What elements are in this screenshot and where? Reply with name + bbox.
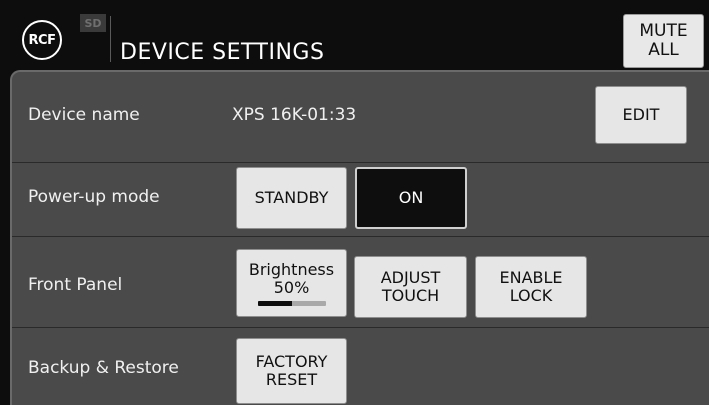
header-bar: RCF SD DEVICE SETTINGS MUTE ALL	[0, 0, 709, 70]
row-power-up-mode: Power-up mode STANDBY ON	[12, 163, 709, 237]
enable-lock-line-2: LOCK	[509, 286, 553, 305]
mute-all-button[interactable]: MUTE ALL	[623, 14, 704, 68]
brightness-bar-fill	[257, 300, 292, 306]
brightness-bar	[257, 300, 326, 306]
power-up-mode-label: Power-up mode	[28, 187, 160, 207]
brightness-value: 50%	[273, 277, 310, 297]
mute-all-line-2: ALL	[648, 40, 679, 60]
factory-reset-line-1: FACTORY	[255, 352, 328, 371]
brightness-label: Brightness	[248, 259, 335, 279]
header-divider	[110, 16, 111, 62]
settings-panel: Device name XPS 16K-01:33 EDIT Power-up …	[10, 70, 709, 405]
edit-button-label: EDIT	[622, 105, 660, 124]
sd-tag: SD	[80, 14, 106, 32]
page-title: DEVICE SETTINGS	[120, 40, 325, 65]
adjust-touch-line-1: ADJUST	[380, 268, 441, 287]
factory-reset-line-2: RESET	[265, 370, 318, 389]
standby-button[interactable]: STANDBY	[236, 167, 347, 229]
adjust-touch-button[interactable]: ADJUST TOUCH	[354, 256, 467, 318]
device-name-value: XPS 16K-01:33	[232, 105, 357, 125]
row-device-name: Device name XPS 16K-01:33 EDIT	[12, 72, 709, 163]
enable-lock-line-1: ENABLE	[499, 268, 563, 287]
brightness-button[interactable]: Brightness 50%	[236, 249, 347, 317]
row-backup-restore: Backup & Restore FACTORY RESET	[12, 328, 709, 405]
enable-lock-button[interactable]: ENABLE LOCK	[475, 256, 587, 318]
on-button-label: ON	[398, 188, 424, 207]
mute-all-line-1: MUTE	[639, 21, 688, 41]
on-button[interactable]: ON	[355, 167, 467, 229]
rcf-logo: RCF	[22, 20, 62, 60]
edit-button[interactable]: EDIT	[595, 86, 687, 144]
row-front-panel: Front Panel Brightness 50% ADJUST TOUCH …	[12, 237, 709, 328]
standby-button-label: STANDBY	[254, 188, 329, 207]
factory-reset-button[interactable]: FACTORY RESET	[236, 338, 347, 404]
backup-restore-label: Backup & Restore	[28, 358, 179, 378]
front-panel-label: Front Panel	[28, 275, 123, 295]
device-name-label: Device name	[28, 105, 140, 125]
adjust-touch-line-2: TOUCH	[381, 286, 440, 305]
